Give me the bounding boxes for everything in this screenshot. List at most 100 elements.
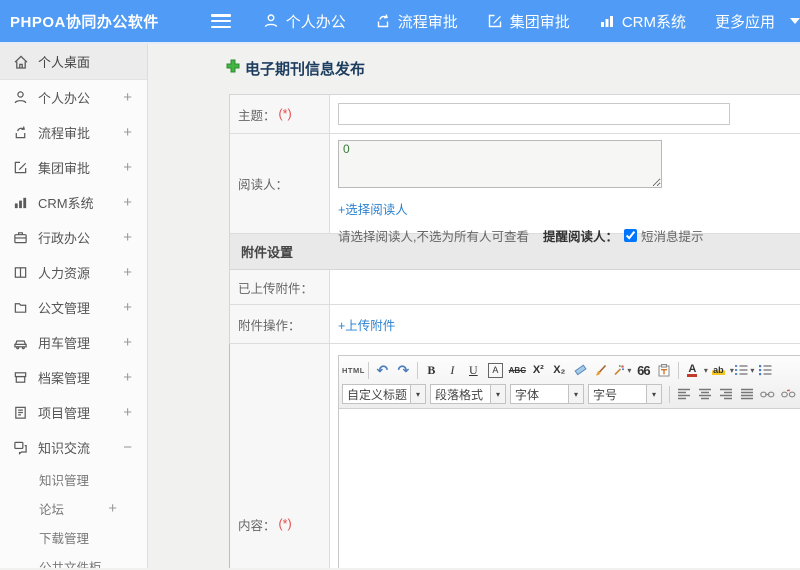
blockquote-button[interactable]: 66 [633,360,654,380]
content-label: 内容： (*) [230,344,330,568]
align-left-icon[interactable] [673,384,694,404]
sidebar-item-desktop[interactable]: 个人桌面 [0,44,147,80]
uploaded-attachments-label: 已上传附件： [230,270,330,304]
sidebar-item-archives[interactable]: 档案管理 + [0,360,147,395]
chart-icon [599,13,615,29]
uploaded-attachments-row: 已上传附件： [230,270,800,305]
redo-icon[interactable]: ↷ [393,360,414,380]
menu-icon[interactable] [211,14,231,28]
expand-icon[interactable]: + [123,264,132,281]
expand-icon[interactable]: + [123,404,132,421]
app-window: PHPOA协同办公软件 个人办公 流程审批 集团审批 CRM系统 更多应用 个人… [0,0,800,570]
main-content: 电子期刊信息发布 主题： (*) 阅读人： 0 +选择阅读人 请选择阅读人,不选… [148,44,800,568]
remind-readers-label: 提醒阅读人： [542,230,618,244]
paste-text-icon[interactable] [654,360,675,380]
flow-icon [375,13,391,29]
format-brush-icon[interactable] [591,360,612,380]
font-family-select[interactable]: 字体 ▾ [510,384,584,404]
sidebar-item-personal-office[interactable]: 个人办公 + [0,80,147,115]
sidebar-item-admin-office[interactable]: 行政办公 + [0,220,147,255]
align-center-icon[interactable] [694,384,715,404]
sms-notify-checkbox[interactable] [624,229,637,242]
expand-icon[interactable]: + [123,194,132,211]
subject-label: 主题： (*) [230,95,330,133]
expand-icon[interactable]: + [123,299,132,316]
italic-button[interactable]: I [442,360,463,380]
user-icon [12,90,29,105]
expand-icon[interactable]: + [108,500,117,517]
rich-text-editor: HTML ↶ ↷ B I U A ABC X² X₂ ▾ 66 A ▾ ab ▾… [338,355,800,568]
readers-label: 阅读人： [230,134,330,233]
nav-group-approval[interactable]: 集团审批 [487,11,570,32]
bold-button[interactable]: B [421,360,442,380]
archive-icon [12,370,29,385]
chart-icon [12,195,29,210]
nav-personal-office[interactable]: 个人办公 [263,11,346,32]
editor-content-area[interactable] [339,409,800,568]
nav-crm-system[interactable]: CRM系统 [599,11,686,32]
top-nav: 个人办公 流程审批 集团审批 CRM系统 更多应用 [263,11,800,32]
uploaded-attachments-value [330,270,800,304]
home-icon [12,54,29,70]
edit-icon [12,160,29,175]
sidebar-item-workflow-approval[interactable]: 流程审批 + [0,115,147,150]
nav-label: 更多应用 [714,13,775,31]
align-justify-icon[interactable] [736,384,757,404]
required-mark: (*) [278,517,292,531]
source-code-button[interactable]: HTML [342,360,365,380]
expand-icon[interactable]: + [123,89,132,106]
superscript-button[interactable]: X² [528,360,549,380]
expand-icon[interactable]: + [123,334,132,351]
unlink-icon[interactable] [778,384,799,404]
subscript-button[interactable]: X₂ [549,360,570,380]
app-brand: PHPOA协同办公软件 [10,13,159,31]
clipboard-icon [12,405,29,420]
attachment-ops-row: 附件操作： +上传附件 [230,305,800,344]
custom-title-select[interactable]: 自定义标题 ▾ [342,384,426,404]
upload-attachment-link[interactable]: +上传附件 [338,315,395,334]
collapse-icon[interactable]: − [123,439,132,456]
auto-format-icon[interactable]: ▾ [612,360,633,380]
readers-textarea[interactable]: 0 [338,140,662,188]
sidebar-item-projects[interactable]: 项目管理 + [0,395,147,430]
sidebar-item-knowledge[interactable]: 知识交流 − [0,430,147,465]
nav-workflow-approval[interactable]: 流程审批 [375,11,458,32]
sms-notify-label: 短消息提示 [641,230,704,244]
sidebar-item-vehicles[interactable]: 用车管理 + [0,325,147,360]
link-icon[interactable] [757,384,778,404]
underline-button[interactable]: U [463,360,484,380]
highlight-button[interactable]: ab [708,360,729,380]
font-color-button[interactable]: A [682,360,703,380]
unordered-list-icon[interactable] [755,360,776,380]
eraser-icon[interactable] [570,360,591,380]
sidebar-subitem-forum[interactable]: 论坛 + [0,494,147,523]
sidebar-item-crm[interactable]: CRM系统 + [0,185,147,220]
sidebar-item-hr[interactable]: 人力资源 + [0,255,147,290]
user-icon [263,13,279,29]
choose-readers-link[interactable]: +选择阅读人 [338,199,408,218]
book-icon [12,265,29,280]
expand-icon[interactable]: + [123,124,132,141]
sidebar-item-documents[interactable]: 公文管理 + [0,290,147,325]
char-border-button[interactable]: A [487,362,503,378]
sidebar-item-group-approval[interactable]: 集团审批 + [0,150,147,185]
sidebar-subitem-public-files[interactable]: 公共文件柜 [0,552,147,568]
font-size-select[interactable]: 字号 ▾ [588,384,662,404]
caret-down-icon [790,18,800,24]
content-row: 内容： (*) HTML ↶ ↷ B I U A ABC X² X₂ ▾ 66 … [229,344,800,568]
undo-icon[interactable]: ↶ [372,360,393,380]
subject-input[interactable] [338,103,730,125]
editor-toolbar: HTML ↶ ↷ B I U A ABC X² X₂ ▾ 66 A ▾ ab ▾… [339,356,800,409]
expand-icon[interactable]: + [123,229,132,246]
strikethrough-button[interactable]: ABC [507,360,528,380]
ordered-list-icon[interactable]: ▾ [734,360,755,380]
sidebar-subitem-downloads[interactable]: 下载管理 [0,523,147,552]
nav-more-apps[interactable]: 更多应用 [715,11,800,32]
required-mark: (*) [278,107,292,121]
paragraph-format-select[interactable]: 段落格式 ▾ [430,384,506,404]
nav-label: 个人办公 [285,13,346,31]
sidebar-subitem-knowledge-mgmt[interactable]: 知识管理 [0,465,147,494]
align-right-icon[interactable] [715,384,736,404]
expand-icon[interactable]: + [123,159,132,176]
expand-icon[interactable]: + [123,369,132,386]
